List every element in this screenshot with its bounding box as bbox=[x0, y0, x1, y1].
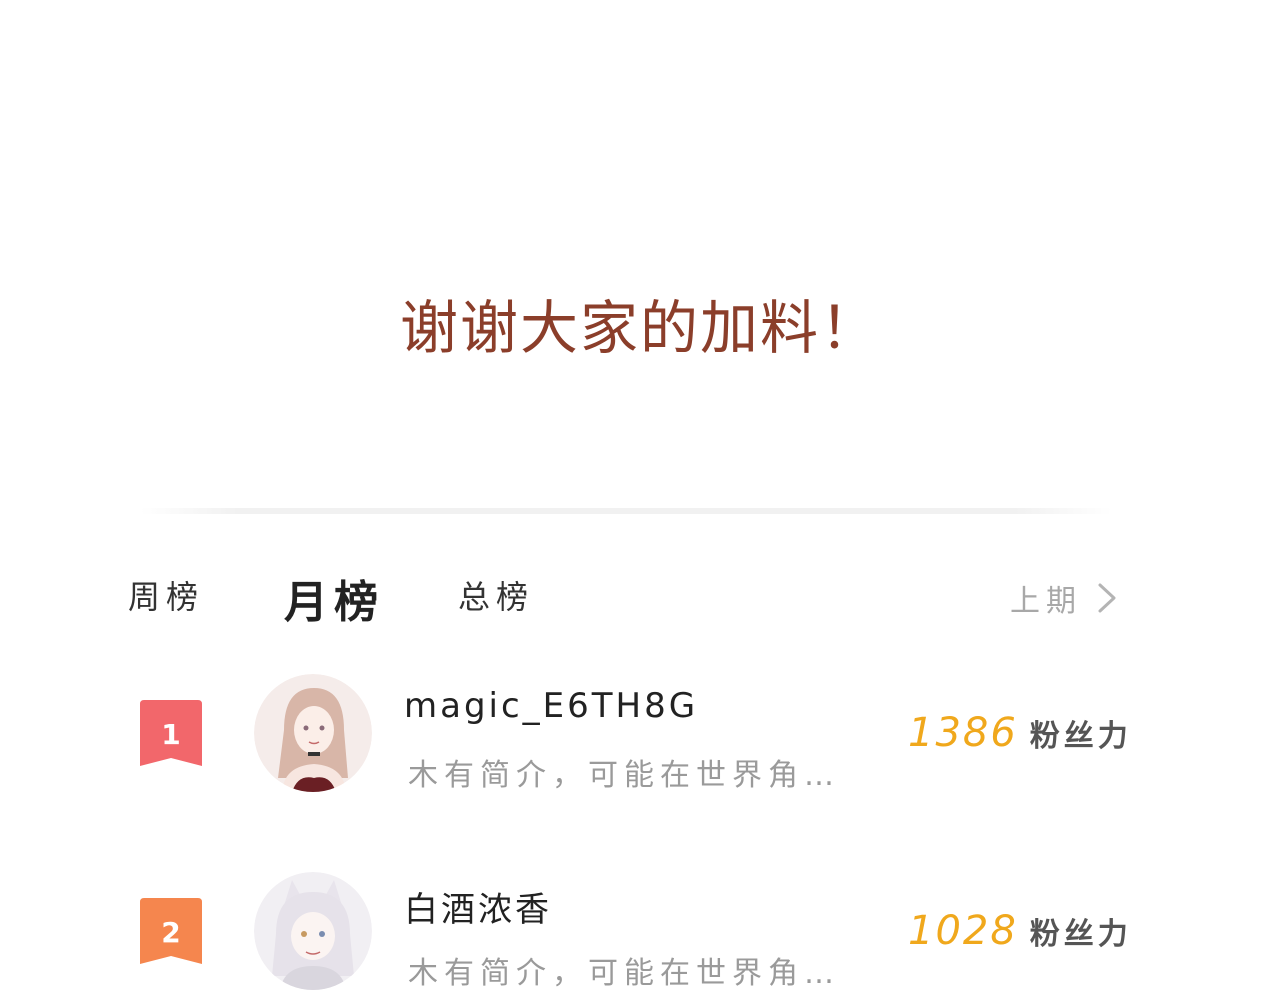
ranking-row[interactable]: 1 magic_E6TH8G 木有简介，可能在世界角… 1386 粉丝力 bbox=[0, 666, 1280, 806]
fans-power-unit: 粉丝力 bbox=[1029, 719, 1132, 754]
tab-weekly[interactable]: 周榜 bbox=[128, 572, 204, 618]
fans-power: 1028 粉丝力 bbox=[908, 908, 1132, 954]
user-bio: 木有简介，可能在世界角… bbox=[408, 956, 840, 991]
rank-badge-1: 1 bbox=[140, 700, 202, 766]
user-name: magic_E6TH8G bbox=[404, 686, 699, 726]
fans-power-value: 1386 bbox=[908, 710, 1018, 756]
chevron-right-icon bbox=[1098, 583, 1116, 613]
rank-number: 1 bbox=[161, 718, 180, 751]
tab-monthly[interactable]: 月榜 bbox=[284, 566, 384, 630]
page: 谢谢大家的加料！ 周榜 月榜 总榜 上期 1 magic_E6TH8G 木有简介… bbox=[0, 0, 1280, 1000]
rank-badge-2: 2 bbox=[140, 898, 202, 964]
fans-power-unit: 粉丝力 bbox=[1029, 917, 1132, 952]
rank-number: 2 bbox=[161, 916, 180, 949]
fans-power-value: 1028 bbox=[908, 908, 1018, 954]
user-name: 白酒浓香 bbox=[404, 890, 552, 930]
user-avatar[interactable] bbox=[254, 872, 372, 990]
ranking-row[interactable]: 2 白酒浓香 木有简介，可能在世界角… 1028 粉丝力 bbox=[0, 864, 1280, 1000]
previous-period-button[interactable]: 上期 bbox=[1010, 576, 1120, 620]
user-avatar[interactable] bbox=[254, 674, 372, 792]
tab-total[interactable]: 总榜 bbox=[458, 572, 534, 618]
user-bio: 木有简介，可能在世界角… bbox=[408, 758, 840, 793]
previous-period-label: 上期 bbox=[1010, 584, 1082, 619]
thanks-banner: 谢谢大家的加料！ bbox=[399, 294, 880, 362]
section-divider bbox=[140, 508, 1112, 514]
fans-power: 1386 粉丝力 bbox=[908, 710, 1132, 756]
